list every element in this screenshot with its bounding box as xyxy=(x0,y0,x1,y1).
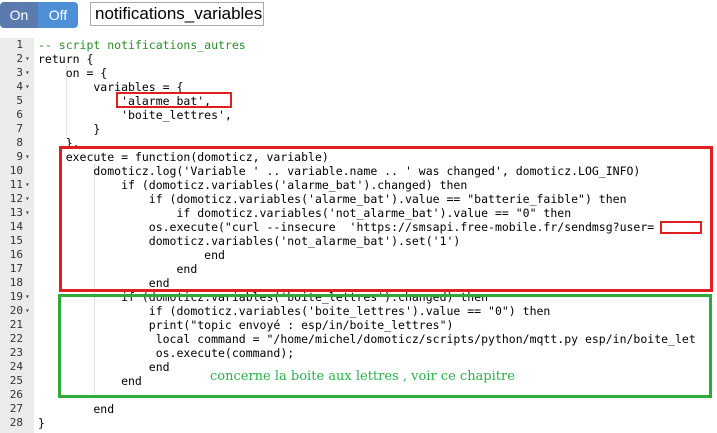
annotation-text: concerne la boite aux lettres , voir ce … xyxy=(210,369,515,384)
code-text: on = { xyxy=(38,66,108,80)
line-number: 6 xyxy=(16,108,23,121)
line-number: 11 xyxy=(9,178,23,191)
redacted-credentials xyxy=(660,221,702,234)
line-number: 4 xyxy=(16,80,23,93)
toolbar: On Off notifications_variables xyxy=(0,0,717,33)
line-number: 9 xyxy=(16,150,23,163)
code-text: return { xyxy=(38,52,94,66)
line-number: 8 xyxy=(16,136,23,149)
line-number: 15 xyxy=(9,234,23,247)
code-text: -- script notifications_autres xyxy=(38,38,246,52)
code-line: 28} xyxy=(0,416,717,430)
line-number: 16 xyxy=(9,248,23,261)
fold-toggle-icon[interactable]: ▾ xyxy=(25,66,30,80)
code-line: 2 ▾ return { xyxy=(0,52,717,66)
line-number: 3 xyxy=(16,66,23,79)
fold-toggle-icon[interactable]: ▾ xyxy=(25,304,30,318)
code-line: 4 ▾ variables = { xyxy=(0,80,717,94)
script-name-input[interactable]: notifications_variables xyxy=(90,2,264,26)
code-text: end xyxy=(38,402,115,416)
highlight-execute-block xyxy=(59,146,713,292)
fold-toggle-icon[interactable]: ▾ xyxy=(25,192,30,206)
fold-toggle-icon[interactable]: ▾ xyxy=(25,52,30,66)
line-number: 19 xyxy=(9,290,23,303)
code-text: 'boite_lettres', xyxy=(38,108,232,122)
line-number: 7 xyxy=(16,122,23,135)
code-line: 7 } xyxy=(0,122,717,136)
on-button[interactable]: On xyxy=(0,2,38,28)
line-number: 26 xyxy=(9,388,23,401)
line-number: 24 xyxy=(9,360,23,373)
line-number: 22 xyxy=(9,332,23,345)
highlight-alarme-bat xyxy=(116,92,232,108)
fold-toggle-icon[interactable]: ▾ xyxy=(25,80,30,94)
line-number: 27 xyxy=(9,402,23,415)
code-line: 3 ▾ on = { xyxy=(0,66,717,80)
fold-toggle-icon[interactable]: ▾ xyxy=(25,206,30,220)
code-text: } xyxy=(38,122,101,136)
code-line: 1 -- script notifications_autres xyxy=(0,38,717,52)
line-number: 20 xyxy=(9,304,23,317)
line-number: 14 xyxy=(9,220,23,233)
line-number: 28 xyxy=(9,416,23,429)
line-number: 13 xyxy=(9,206,23,219)
line-number: 10 xyxy=(9,164,23,177)
line-number: 18 xyxy=(9,276,23,289)
fold-toggle-icon[interactable]: ▾ xyxy=(25,290,30,304)
line-number: 23 xyxy=(9,346,23,359)
fold-toggle-icon[interactable]: ▾ xyxy=(25,178,30,192)
code-line: 5 'alarme_bat', xyxy=(0,94,717,108)
fold-toggle-icon[interactable]: ▾ xyxy=(25,150,30,164)
off-button[interactable]: Off xyxy=(38,2,78,28)
code-text: } xyxy=(38,416,45,430)
code-line: 6 'boite_lettres', xyxy=(0,108,717,122)
line-number: 21 xyxy=(9,318,23,331)
line-number: 17 xyxy=(9,262,23,275)
code-line: 27 end xyxy=(0,402,717,416)
line-number: 5 xyxy=(16,94,23,107)
line-number: 12 xyxy=(9,192,23,205)
line-number: 25 xyxy=(9,374,23,387)
line-number: 1 xyxy=(16,38,23,51)
line-number: 2 xyxy=(16,52,23,65)
